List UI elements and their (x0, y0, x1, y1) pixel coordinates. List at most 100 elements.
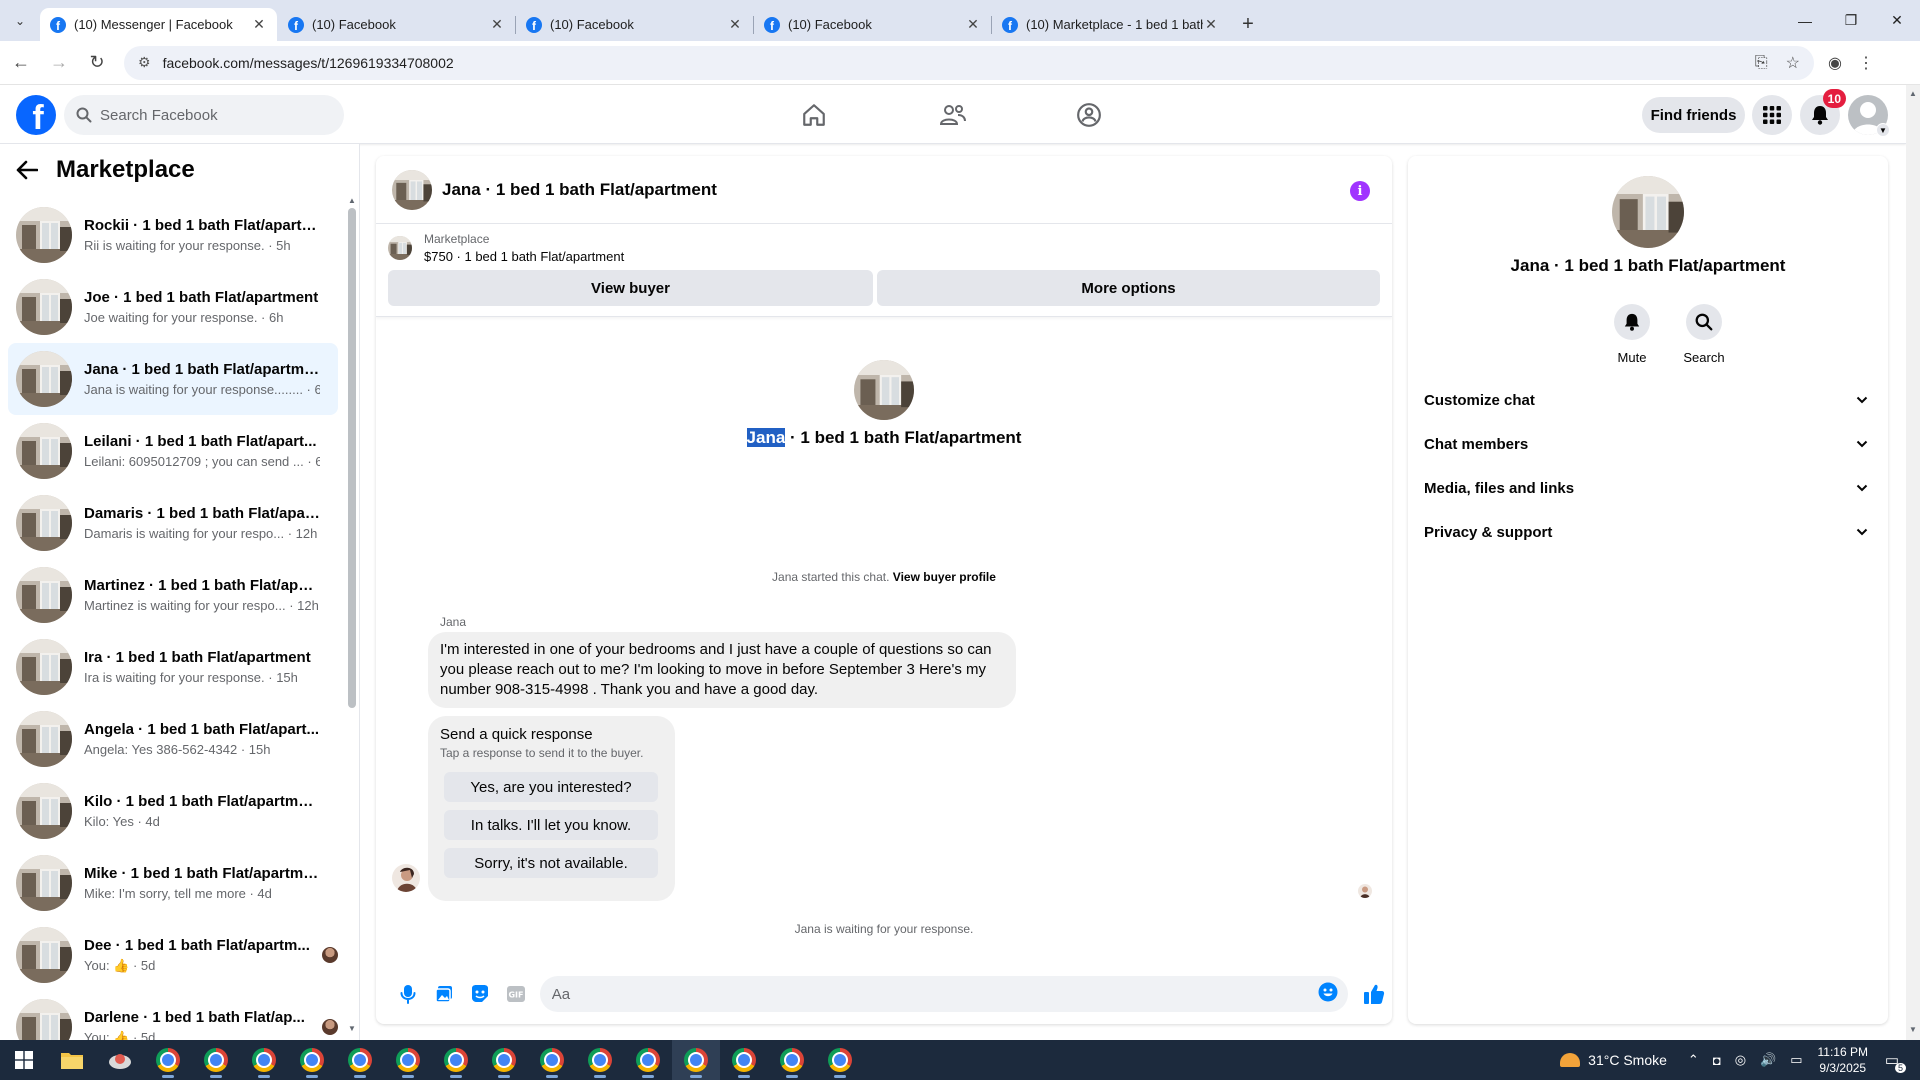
chrome-taskbar-icon[interactable] (528, 1040, 576, 1080)
message-bubble[interactable]: I'm interested in one of your bedrooms a… (428, 632, 1016, 708)
quick-reply-in-talks-button[interactable]: In talks. I'll let you know. (444, 810, 658, 840)
close-window-icon[interactable]: ✕ (1874, 0, 1920, 41)
nav-home[interactable] (784, 85, 844, 144)
chrome-taskbar-icon[interactable] (288, 1040, 336, 1080)
notification-center-icon[interactable]: ▭ 5 (1878, 1051, 1906, 1073)
search-input[interactable] (100, 106, 320, 124)
tab-close-icon[interactable]: ✕ (727, 16, 743, 33)
back-arrow-icon[interactable]: ← (4, 46, 38, 80)
nav-friends[interactable] (923, 85, 983, 144)
view-buyer-profile-link[interactable]: View buyer profile (893, 570, 996, 584)
chat-avatar[interactable] (392, 169, 432, 210)
section-privacy-support[interactable]: Privacy & support (1416, 510, 1880, 554)
details-avatar[interactable] (1612, 176, 1684, 248)
search-action[interactable]: Search (1674, 304, 1734, 365)
chat-title[interactable]: Jana · 1 bed 1 bath Flat/apartment (442, 180, 717, 200)
conversation-item[interactable]: Leilani · 1 bed 1 bath Flat/apart... Leil… (8, 415, 338, 487)
install-app-icon[interactable]: ⎘ (1755, 54, 1768, 72)
chrome-taskbar-icon[interactable] (720, 1040, 768, 1080)
back-arrow-icon[interactable] (16, 160, 44, 180)
minimize-icon[interactable]: — (1782, 0, 1828, 41)
chrome-taskbar-icon[interactable] (192, 1040, 240, 1080)
menu-button[interactable] (1752, 95, 1792, 135)
facebook-logo-icon[interactable]: f (16, 95, 56, 135)
chrome-taskbar-icon[interactable] (144, 1040, 192, 1080)
browser-tab-5[interactable]: f (10) Marketplace - 1 bed 1 bath ✕ (992, 8, 1229, 41)
listing-thumbnail[interactable] (388, 236, 412, 260)
mute-action[interactable]: Mute (1602, 304, 1662, 365)
clock[interactable]: 11:16 PM 9/3/2025 (1818, 1044, 1868, 1076)
conversation-item[interactable]: Mike · 1 bed 1 bath Flat/apartment Mike: … (8, 847, 338, 919)
bookmark-star-icon[interactable]: ☆ (1786, 53, 1800, 73)
conversation-item[interactable]: Ira · 1 bed 1 bath Flat/apartment Ira is … (8, 631, 338, 703)
conversation-item[interactable]: Jana · 1 bed 1 bath Flat/apartment Jana i… (8, 343, 338, 415)
camera-icon[interactable]: ◘ (1713, 1053, 1721, 1068)
gif-icon[interactable]: GIF (498, 976, 534, 1012)
conversation-item[interactable]: Dee · 1 bed 1 bath Flat/apartm... You: 👍 … (8, 919, 338, 991)
weather-widget[interactable]: 31°C Smoke (1560, 1052, 1667, 1068)
nav-groups[interactable] (1059, 85, 1119, 144)
conversation-item[interactable]: Darlene · 1 bed 1 bath Flat/ap... You: 👍 … (8, 991, 338, 1040)
chrome-taskbar-icon[interactable] (576, 1040, 624, 1080)
chrome-taskbar-icon[interactable] (432, 1040, 480, 1080)
tab-close-icon[interactable]: ✕ (1203, 16, 1219, 33)
file-explorer-icon[interactable] (48, 1040, 96, 1080)
section-media-files-links[interactable]: Media, files and links (1416, 466, 1880, 510)
bell-icon[interactable] (1614, 304, 1650, 340)
reload-icon[interactable]: ↻ (80, 46, 114, 80)
network-icon[interactable]: ▭ (1790, 1052, 1802, 1068)
chrome-taskbar-icon[interactable] (480, 1040, 528, 1080)
tab-close-icon[interactable]: ✕ (251, 16, 267, 33)
view-buyer-button[interactable]: View buyer (388, 270, 874, 306)
location-icon[interactable]: ◎ (1735, 1052, 1746, 1068)
site-settings-icon[interactable]: ⚙ (138, 54, 151, 71)
sender-avatar[interactable] (392, 864, 420, 892)
sidebar-scrollbar-thumb[interactable] (348, 208, 356, 708)
section-customize-chat[interactable]: Customize chat (1416, 378, 1880, 422)
chrome-taskbar-icon[interactable] (816, 1040, 864, 1080)
info-icon[interactable]: i (1350, 181, 1370, 201)
chrome-taskbar-icon[interactable] (624, 1040, 672, 1080)
message-input[interactable] (551, 985, 1319, 1003)
tab-close-icon[interactable]: ✕ (965, 16, 981, 33)
tray-chevron-up-icon[interactable]: ⌃ (1688, 1052, 1699, 1068)
page-scrollbar[interactable]: ▲ ▼ (1906, 85, 1920, 1040)
chrome-taskbar-icon[interactable] (672, 1040, 720, 1080)
microphone-icon[interactable] (390, 976, 426, 1012)
restore-icon[interactable]: ❐ (1828, 0, 1874, 41)
sticker-icon[interactable] (462, 976, 498, 1012)
profile-icon[interactable]: ◉ (1828, 53, 1842, 73)
address-bar[interactable]: ⚙ facebook.com/messages/t/12696193347080… (124, 45, 1814, 80)
tab-search-chevron-icon[interactable]: ⌄ (0, 0, 40, 41)
browser-tab-4[interactable]: f (10) Facebook ✕ (754, 8, 992, 41)
notifications-button[interactable]: 10 (1800, 89, 1846, 135)
chrome-taskbar-icon[interactable] (384, 1040, 432, 1080)
conversation-item[interactable]: Angela · 1 bed 1 bath Flat/apart... Angel… (8, 703, 338, 775)
emoji-icon[interactable] (1318, 982, 1338, 1007)
chrome-taskbar-icon[interactable] (768, 1040, 816, 1080)
section-chat-members[interactable]: Chat members (1416, 422, 1880, 466)
url-text[interactable]: facebook.com/messages/t/1269619334708002 (163, 55, 1737, 71)
search-icon[interactable] (1686, 304, 1722, 340)
speaker-icon[interactable]: 🔊 (1760, 1052, 1776, 1068)
scroll-up-arrow-icon[interactable]: ▲ (348, 196, 356, 205)
browser-tab-2[interactable]: f (10) Facebook ✕ (278, 8, 516, 41)
account-chevron-down-icon[interactable]: ▼ (1876, 123, 1890, 137)
scroll-down-arrow-icon[interactable]: ▼ (1909, 1025, 1917, 1034)
photo-icon[interactable] (426, 976, 462, 1012)
tab-close-icon[interactable]: ✕ (489, 16, 505, 33)
forward-arrow-icon[interactable]: → (42, 46, 76, 80)
scroll-up-arrow-icon[interactable]: ▲ (1909, 89, 1917, 98)
chrome-taskbar-icon[interactable] (336, 1040, 384, 1080)
browser-menu-icon[interactable]: ⋮ (1858, 53, 1874, 73)
listing-price[interactable]: $750 · 1 bed 1 bath Flat/apartment (424, 249, 624, 264)
conversation-item[interactable]: Martinez · 1 bed 1 bath Flat/apar... Mart… (8, 559, 338, 631)
conversation-item[interactable]: Joe · 1 bed 1 bath Flat/apartment Joe wai… (8, 271, 338, 343)
conversation-item[interactable]: Damaris · 1 bed 1 bath Flat/apart... Dama… (8, 487, 338, 559)
quick-reply-yes-button[interactable]: Yes, are you interested? (444, 772, 658, 802)
app-icon[interactable] (96, 1040, 144, 1080)
message-input-wrapper[interactable] (539, 976, 1349, 1012)
browser-tab-3[interactable]: f (10) Facebook ✕ (516, 8, 754, 41)
new-tab-plus-icon[interactable]: + (1230, 8, 1266, 41)
conversation-item[interactable]: Rockii · 1 bed 1 bath Flat/apartm... Rii … (8, 199, 338, 271)
